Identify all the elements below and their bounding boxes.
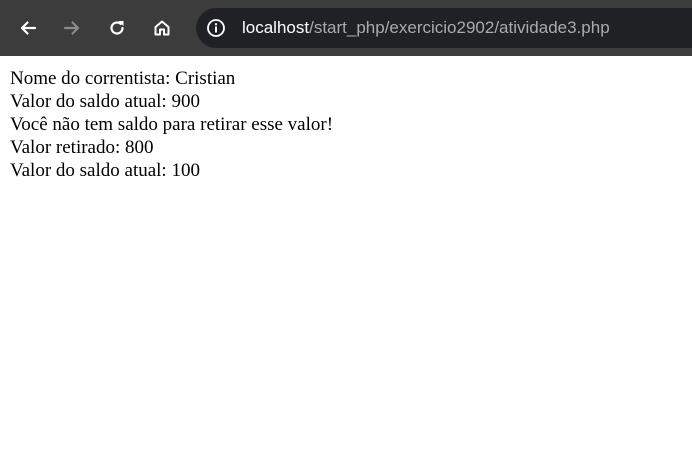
forward-button[interactable] (54, 10, 90, 46)
address-bar[interactable]: localhost/start_php/exercicio2902/ativid… (196, 8, 692, 48)
withdrawn-amount-line: Valor retirado: 800 (10, 137, 154, 158)
url-path: /start_php/exercicio2902/atividade3.php (309, 18, 610, 37)
page-content: Nome do correntista: Cristian Valor do s… (10, 67, 333, 182)
browser-toolbar: localhost/start_php/exercicio2902/ativid… (0, 0, 692, 56)
arrow-right-icon (63, 21, 80, 35)
info-icon[interactable] (204, 16, 228, 40)
home-icon (154, 20, 170, 36)
home-button[interactable] (144, 10, 180, 46)
back-button[interactable] (10, 10, 46, 46)
url-text[interactable]: localhost/start_php/exercicio2902/ativid… (242, 8, 610, 48)
updated-balance-line: Valor do saldo atual: 100 (10, 160, 200, 181)
url-host: localhost (242, 18, 310, 37)
account-holder-line: Nome do correntista: Cristian (10, 68, 236, 89)
insufficient-funds-message: Você não tem saldo para retirar esse val… (10, 114, 334, 135)
arrow-left-icon (20, 21, 37, 35)
current-balance-line: Valor do saldo atual: 900 (10, 91, 200, 112)
reload-button[interactable] (99, 10, 135, 46)
reload-icon (110, 21, 124, 35)
